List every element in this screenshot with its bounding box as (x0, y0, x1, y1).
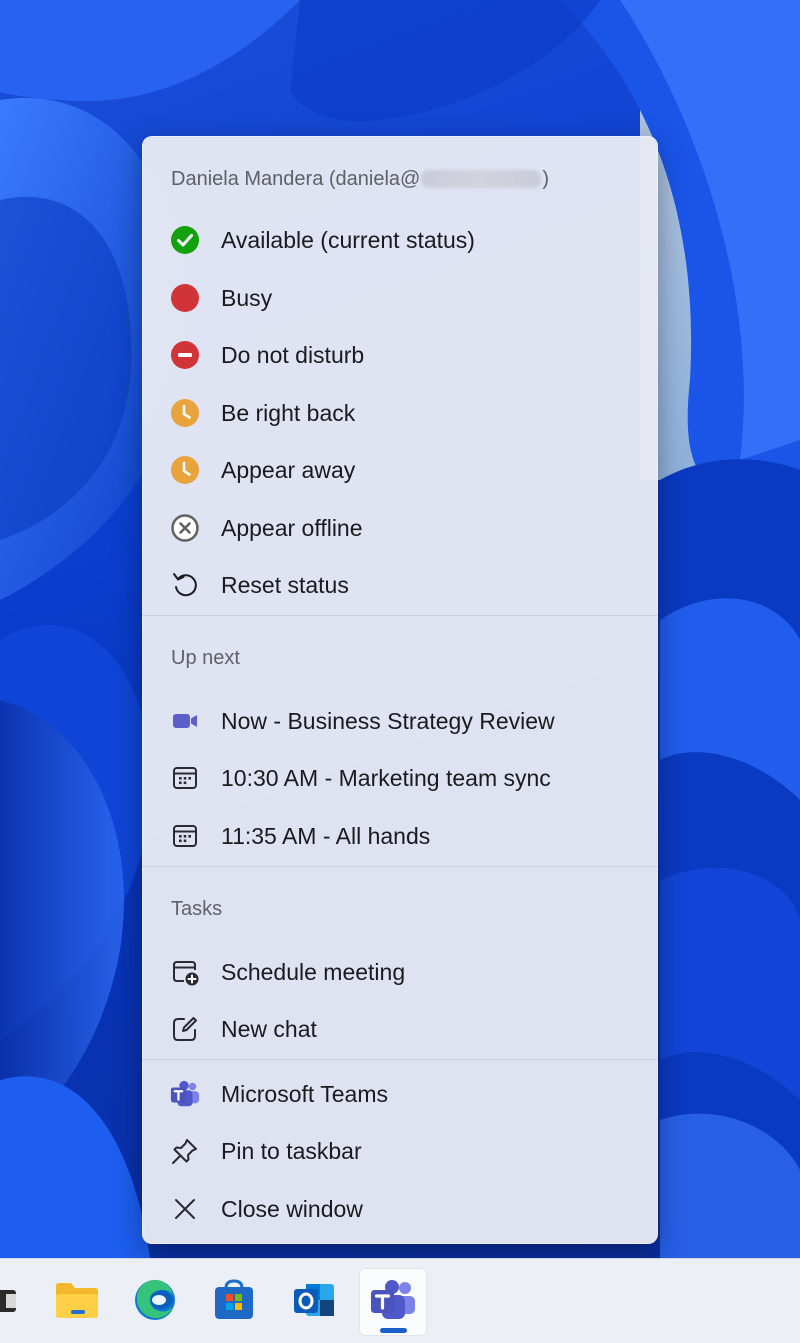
close-window-item[interactable]: Close window (142, 1183, 658, 1235)
status-do-not-disturb[interactable]: Do not disturb (142, 329, 658, 381)
task-label: New chat (221, 1016, 317, 1042)
status-label: Be right back (221, 400, 356, 426)
busy-dot-icon (170, 283, 200, 313)
folder-icon (54, 1280, 100, 1325)
active-app-indicator (380, 1328, 407, 1333)
compose-icon (170, 1014, 200, 1044)
status-be-right-back[interactable]: Be right back (142, 387, 658, 439)
schedule-meeting-item[interactable]: Schedule meeting (142, 946, 658, 998)
taskbar-file-explorer-button[interactable] (43, 1268, 111, 1336)
edge-icon (133, 1278, 177, 1327)
status-available[interactable]: Available (current status) (142, 214, 658, 266)
taskbar-edge-button[interactable] (121, 1268, 189, 1336)
calendar-icon (170, 763, 200, 793)
meeting-item[interactable]: 10:30 AM - Marketing team sync (142, 752, 658, 804)
open-microsoft-teams-item[interactable]: Microsoft Teams (142, 1068, 658, 1120)
redacted-email-domain (421, 170, 542, 188)
reset-status[interactable]: Reset status (142, 559, 658, 611)
app-item-label: Microsoft Teams (221, 1081, 389, 1107)
calendar-add-icon (170, 957, 200, 987)
account-name: Daniela Mandera (daniela@ (171, 167, 421, 190)
app-item-label: Close window (221, 1196, 363, 1222)
up-next-heading: Up next (171, 647, 240, 669)
account-header: Daniela Mandera (daniela@) (171, 166, 549, 192)
teams-icon (370, 1278, 416, 1327)
task-label: Schedule meeting (221, 959, 406, 985)
clock-icon (170, 455, 200, 485)
tasks-heading: Tasks (171, 898, 223, 920)
meeting-label: 11:35 AM - All hands (221, 823, 431, 849)
pin-icon (170, 1136, 200, 1166)
offline-x-icon (170, 513, 200, 543)
status-busy[interactable]: Busy (142, 272, 658, 324)
divider (142, 1059, 658, 1060)
status-label: Available (current status) (221, 227, 475, 253)
divider (142, 866, 658, 867)
divider (142, 615, 658, 616)
taskbar-outlook-button[interactable] (280, 1268, 348, 1336)
video-camera-icon (170, 706, 200, 736)
outlook-icon (292, 1278, 336, 1327)
pin-to-taskbar-item[interactable]: Pin to taskbar (142, 1125, 658, 1177)
calendar-icon (170, 821, 200, 851)
status-appear-away[interactable]: Appear away (142, 444, 658, 496)
status-label: Busy (221, 285, 273, 311)
status-label: Do not disturb (221, 342, 365, 368)
status-label: Appear away (221, 457, 356, 483)
reset-arrow-icon (170, 570, 200, 600)
meeting-label: Now - Business Strategy Review (221, 708, 555, 734)
meeting-label: 10:30 AM - Marketing team sync (221, 765, 551, 791)
taskbar-teams-button[interactable] (359, 1268, 427, 1336)
taskbar-store-button[interactable] (200, 1268, 268, 1336)
task-view-icon (0, 1280, 20, 1325)
status-label: Reset status (221, 572, 349, 598)
teams-icon (170, 1079, 200, 1109)
status-label: Appear offline (221, 515, 363, 541)
do-not-disturb-icon (170, 340, 200, 370)
new-chat-item[interactable]: New chat (142, 1003, 658, 1055)
meeting-item[interactable]: 11:35 AM - All hands (142, 810, 658, 862)
close-icon (170, 1194, 200, 1224)
teams-jump-list-menu: Daniela Mandera (daniela@) Available (cu… (142, 136, 658, 1244)
meeting-now-item[interactable]: Now - Business Strategy Review (142, 695, 658, 747)
status-appear-offline[interactable]: Appear offline (142, 502, 658, 554)
store-icon (212, 1278, 256, 1327)
taskbar-task-view-button[interactable] (0, 1268, 34, 1336)
account-name-close: ) (542, 167, 550, 190)
clock-icon (170, 398, 200, 428)
app-item-label: Pin to taskbar (221, 1138, 362, 1164)
available-check-icon (170, 225, 200, 255)
